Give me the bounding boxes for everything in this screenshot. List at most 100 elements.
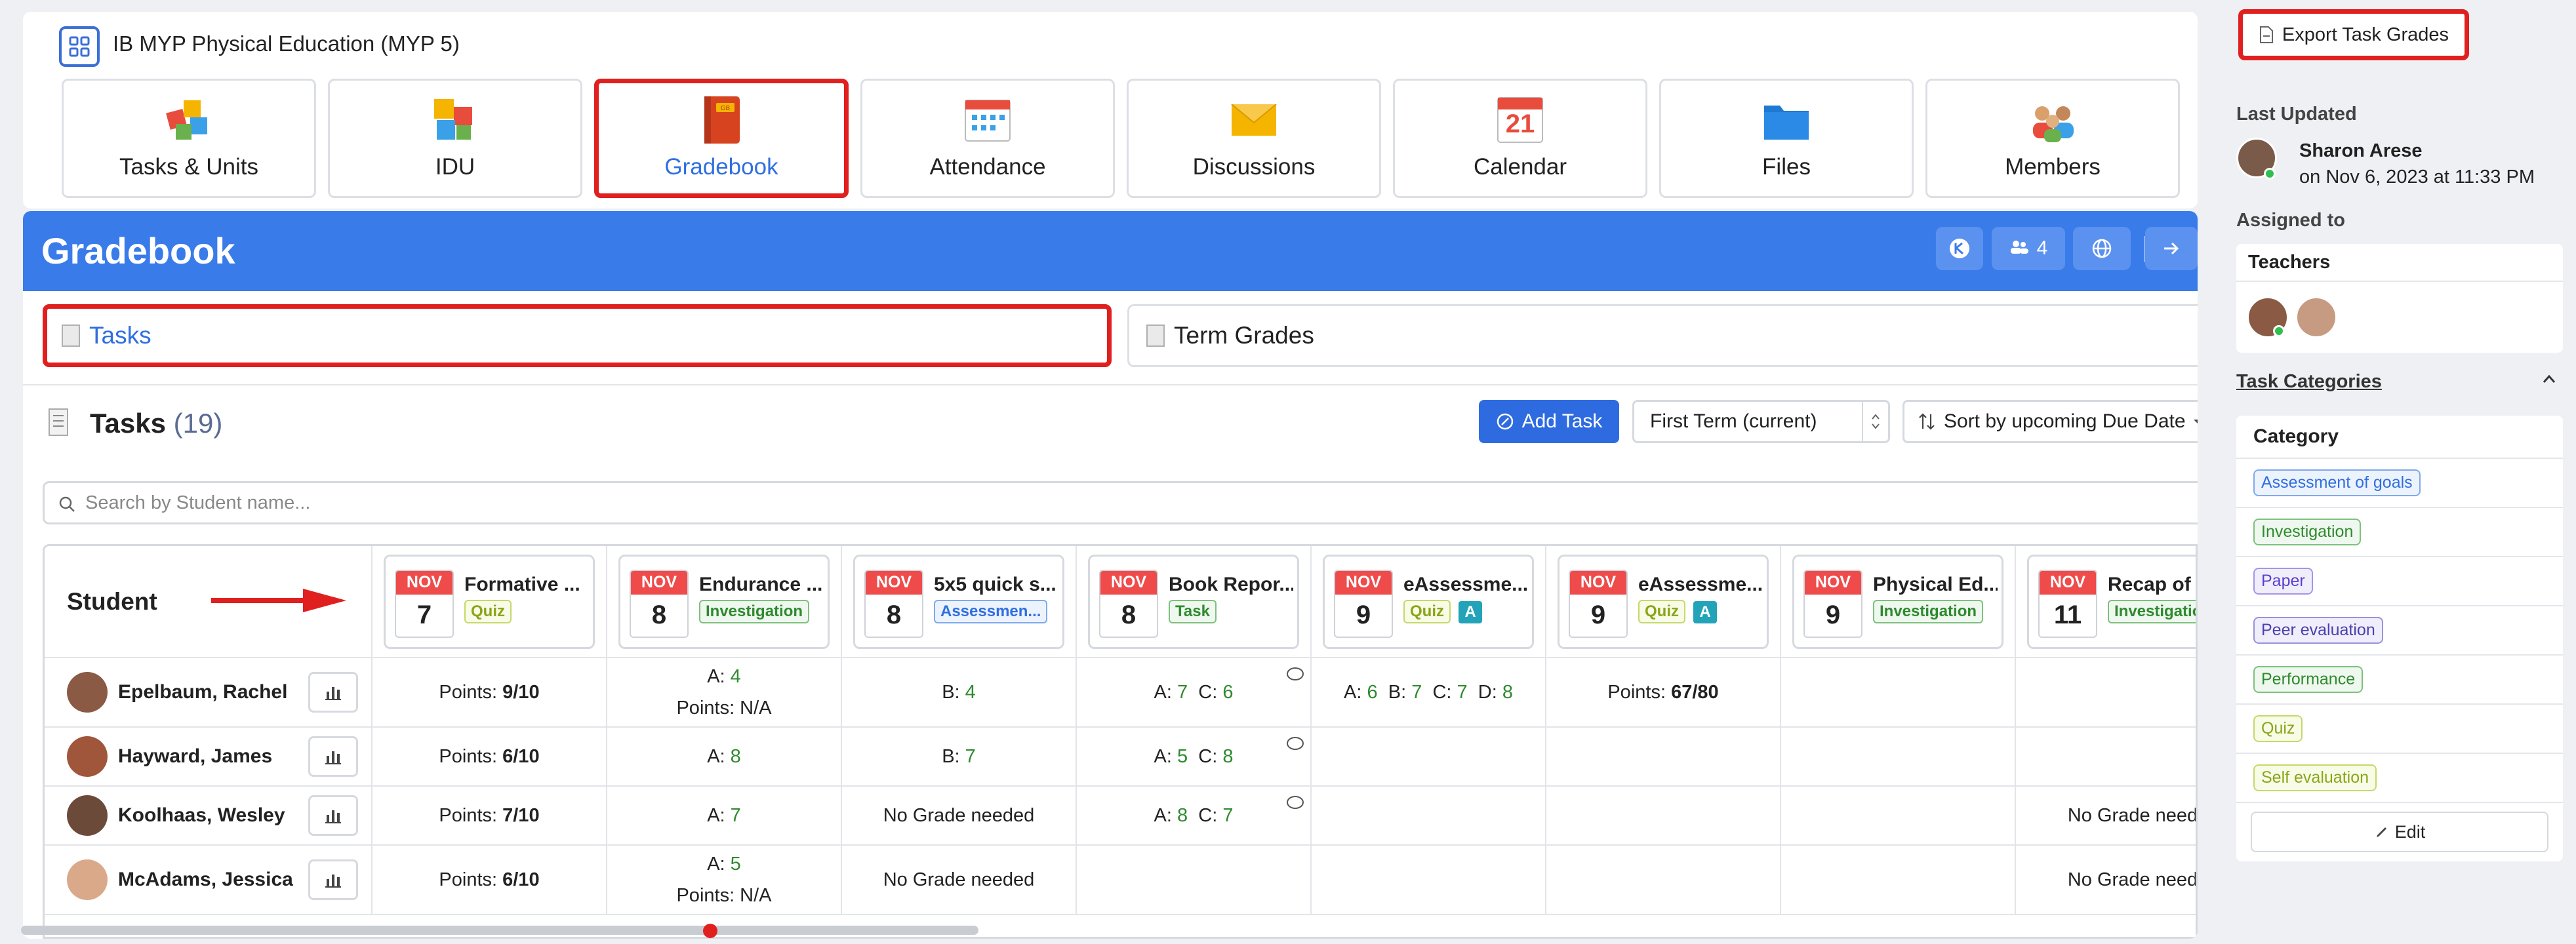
term-grades-icon	[1146, 324, 1165, 347]
comment-icon[interactable]	[1287, 796, 1304, 809]
members-count-button[interactable]: 4	[1992, 227, 2065, 270]
expand-button[interactable]	[2145, 227, 2198, 270]
grade-cell[interactable]	[1546, 786, 1781, 846]
grade-text: 6/10	[502, 745, 540, 767]
term-select[interactable]: First Term (current)	[1632, 400, 1890, 443]
grade-text: 4	[965, 681, 976, 703]
teachers-card: Teachers	[2236, 244, 2563, 353]
course-grid-icon[interactable]	[59, 26, 100, 67]
grade-cell[interactable]	[1311, 845, 1546, 915]
grade-cell[interactable]: A: 8	[607, 727, 842, 787]
task-card[interactable]: NOV 8 Endurance ... Investigation	[618, 554, 830, 649]
language-button[interactable]	[2073, 227, 2131, 270]
grade-cell[interactable]: A: 7 C: 6	[1076, 658, 1312, 728]
grade-cell[interactable]: A: 8 C: 7	[1076, 786, 1312, 846]
task-card[interactable]: NOV 9 Physical Ed... Investigation	[1792, 554, 2003, 649]
grade-cell[interactable]	[2015, 727, 2196, 787]
task-card[interactable]: NOV 8 5x5 quick s... Assessmen...	[853, 554, 1064, 649]
task-category-badge: Quiz	[1403, 599, 1451, 623]
grade-cell[interactable]: No Grade needed	[841, 786, 1077, 846]
grade-cell[interactable]: Points: 6/10	[372, 845, 607, 915]
gradebook-header	[23, 211, 2198, 291]
grade-cell[interactable]: No Grade needed	[841, 845, 1077, 915]
grade-cell[interactable]: A: 5 Points: N/A	[607, 845, 842, 915]
task-card[interactable]: NOV 8 Book Repor... Task	[1088, 554, 1299, 649]
chevron-up-icon[interactable]	[2542, 374, 2556, 384]
category-badge: Assessment of goals	[2253, 469, 2421, 496]
task-column-header: NOV 9 eAssessme... Quiz A	[1311, 546, 1546, 658]
tasks-heading: Tasks (19)	[90, 408, 222, 439]
student-cell: Hayward, James	[45, 727, 372, 787]
task-card[interactable]: NOV 9 eAssessme... Quiz A	[1558, 554, 1769, 649]
student-name[interactable]: Hayward, James	[118, 745, 272, 768]
grade-cell[interactable]: A: 7	[607, 786, 842, 846]
nav-calendar[interactable]: 21 Calendar	[1393, 79, 1647, 198]
assigned-to-label: Assigned to	[2236, 210, 2345, 231]
grade-cell[interactable]	[1311, 786, 1546, 846]
export-task-grades-button[interactable]: Export Task Grades	[2238, 9, 2469, 60]
comment-icon[interactable]	[1287, 667, 1304, 680]
task-category-badge: Investigation	[2108, 599, 2196, 623]
student-stats-button[interactable]	[308, 672, 358, 713]
student-row: Epelbaum, Rachel Points: 9/10 A: 4 Points: …	[45, 658, 2196, 728]
task-column-header: NOV 7 Formative ... Quiz	[372, 546, 607, 658]
grade-cell[interactable]	[1781, 727, 2016, 787]
edit-label: Edit	[2394, 821, 2426, 842]
student-name[interactable]: McAdams, Jessica	[118, 869, 293, 891]
grade-cell[interactable]: Points: 6/10	[372, 727, 607, 787]
term-stepper-icon[interactable]	[1862, 402, 1888, 441]
task-day: 8	[651, 600, 667, 629]
grade-cell[interactable]	[2015, 658, 2196, 728]
student-name[interactable]: Koolhaas, Wesley	[118, 804, 285, 827]
grade-cell[interactable]: Points: 9/10	[372, 658, 607, 728]
grade-cell[interactable]: A: 4 Points: N/A	[607, 658, 842, 728]
category-row: Paper	[2236, 557, 2563, 606]
student-stats-button[interactable]	[308, 859, 358, 900]
grade-cell[interactable]: No Grade need	[2015, 845, 2196, 915]
grade-cell[interactable]: B: 7	[841, 727, 1077, 787]
teacher-avatar[interactable]	[2295, 296, 2337, 338]
student-stats-button[interactable]	[308, 795, 358, 836]
tab-tasks[interactable]: Tasks	[43, 304, 1112, 367]
horizontal-scrollbar[interactable]	[21, 926, 978, 935]
task-card[interactable]: NOV 9 eAssessme... Quiz A	[1323, 554, 1534, 649]
student-name[interactable]: Epelbaum, Rachel	[118, 681, 287, 703]
grade-cell[interactable]: A: 5 C: 8	[1076, 727, 1312, 787]
comment-icon[interactable]	[1287, 737, 1304, 750]
student-search-input[interactable]: Search by Student name...	[43, 481, 2198, 524]
nav-gradebook[interactable]: GB Gradebook	[594, 79, 849, 198]
grade-text: A:	[707, 854, 731, 875]
student-stats-button[interactable]	[308, 736, 358, 777]
grade-cell[interactable]: Points: 7/10	[372, 786, 607, 846]
add-task-button[interactable]: Add Task	[1479, 400, 1619, 443]
grade-text: C:	[1188, 681, 1223, 703]
nav-discussions[interactable]: Discussions	[1127, 79, 1381, 198]
nav-members[interactable]: Members	[1925, 79, 2180, 198]
tab-term-grades[interactable]: Term Grades	[1127, 304, 2198, 367]
task-date: NOV 8	[864, 569, 923, 638]
task-card[interactable]: NOV 7 Formative ... Quiz	[384, 554, 595, 649]
edit-categories-button[interactable]: Edit	[2251, 812, 2548, 852]
grade-cell[interactable]	[1076, 845, 1312, 915]
grade-cell[interactable]	[1781, 658, 2016, 728]
arrow-right-icon	[2164, 242, 2179, 255]
nav-idu[interactable]: IDU	[328, 79, 582, 198]
grade-text: A:	[707, 745, 731, 767]
task-categories-toggle[interactable]: Task Categories	[2236, 371, 2382, 393]
grade-cell[interactable]: A: 6 B: 7 C: 7 D: 8	[1311, 658, 1546, 728]
grade-cell[interactable]: No Grade need	[2015, 786, 2196, 846]
grade-cell[interactable]: Points: 67/80	[1546, 658, 1781, 728]
task-card[interactable]: NOV 11 Recap of Investigation	[2027, 554, 2196, 649]
grade-cell[interactable]: B: 4	[841, 658, 1077, 728]
gradebook-logo-button[interactable]	[1936, 227, 1983, 270]
grade-cell[interactable]	[1546, 727, 1781, 787]
nav-label: Tasks & Units	[119, 154, 258, 180]
grade-cell[interactable]	[1781, 786, 2016, 846]
sort-select[interactable]: Sort by upcoming Due Date	[1902, 400, 2198, 443]
nav-files[interactable]: Files	[1659, 79, 1914, 198]
grade-cell[interactable]	[1781, 845, 2016, 915]
grade-cell[interactable]	[1546, 845, 1781, 915]
nav-tasks-units[interactable]: Tasks & Units	[62, 79, 316, 198]
nav-attendance[interactable]: Attendance	[860, 79, 1115, 198]
grade-cell[interactable]	[1311, 727, 1546, 787]
